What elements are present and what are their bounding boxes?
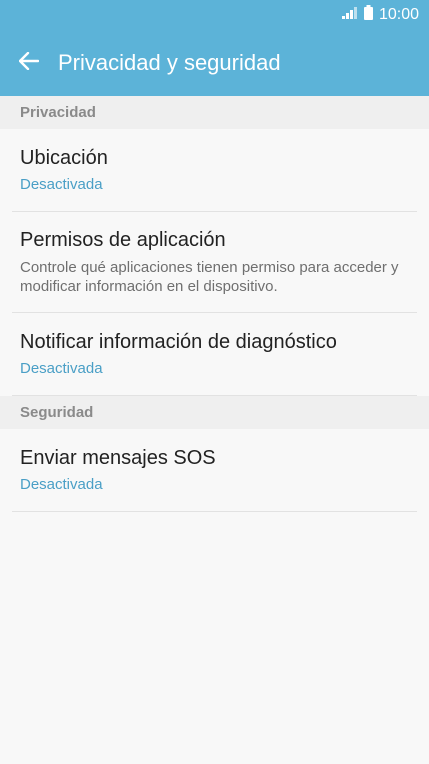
battery-icon	[363, 5, 373, 25]
app-bar: Privacidad y seguridad	[0, 30, 429, 96]
item-status: Desactivada	[20, 176, 103, 193]
item-title: Enviar mensajes SOS	[20, 447, 216, 469]
list-item-permisos-aplicacion[interactable]: Permisos de aplicación Controle qué apli…	[12, 212, 417, 313]
item-description: Controle qué aplicaciones tienen permiso…	[20, 258, 399, 295]
status-icons: 10:00	[341, 5, 419, 25]
back-button[interactable]	[0, 30, 58, 96]
signal-icon	[341, 6, 358, 24]
item-title: Permisos de aplicación	[20, 228, 226, 251]
page-title: Privacidad y seguridad	[58, 50, 281, 75]
item-title: Notificar información de diagnóstico	[20, 331, 337, 353]
item-status: Desactivada	[20, 360, 103, 377]
item-status: Desactivada	[20, 476, 103, 493]
list-item-enviar-sos[interactable]: Enviar mensajes SOS Desactivada	[12, 429, 417, 512]
list-item-notificar-diagnostico[interactable]: Notificar información de diagnóstico Des…	[12, 313, 417, 396]
section-header-seguridad: Seguridad	[0, 396, 429, 429]
back-arrow-icon	[18, 51, 40, 75]
item-title: Ubicación	[20, 147, 108, 169]
status-bar: 10:00	[0, 0, 429, 30]
status-time: 10:00	[378, 6, 419, 23]
section-header-privacidad: Privacidad	[0, 96, 429, 129]
list-item-ubicacion[interactable]: Ubicación Desactivada	[12, 129, 417, 212]
